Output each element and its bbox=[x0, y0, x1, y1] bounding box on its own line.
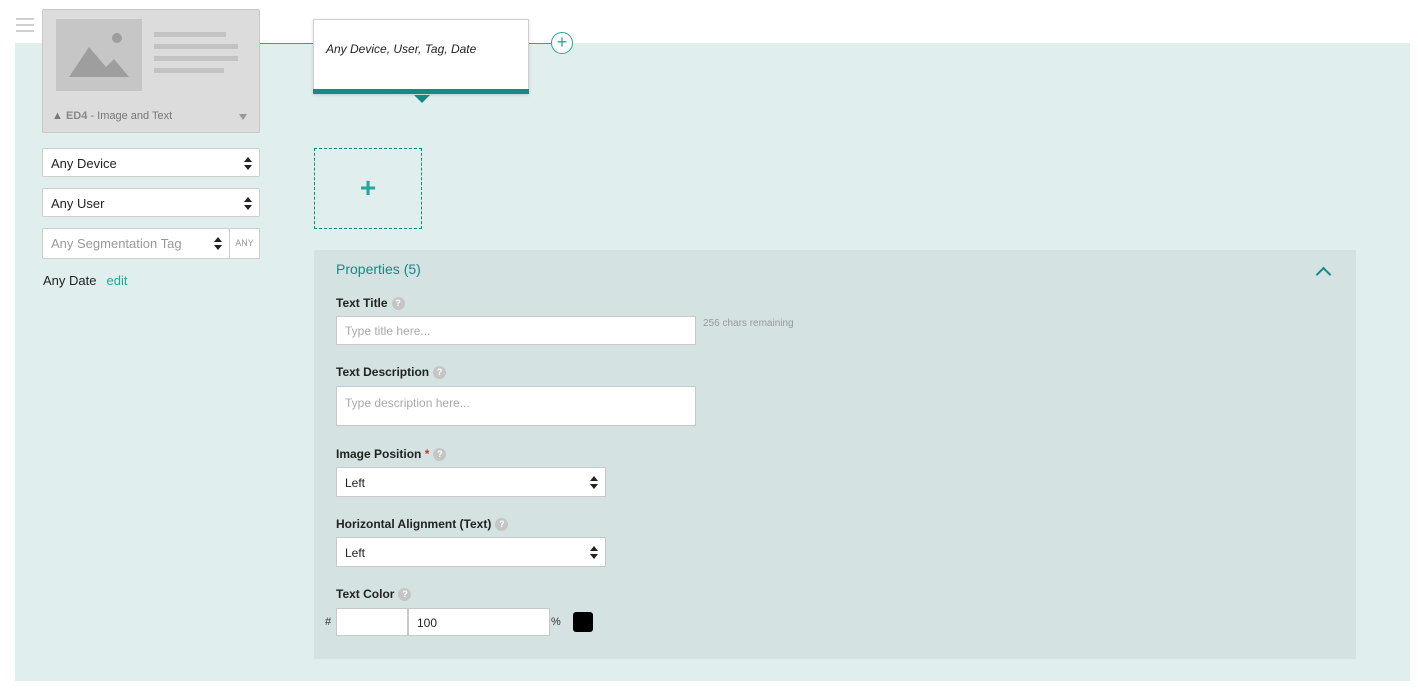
connector-line bbox=[529, 43, 551, 44]
help-icon[interactable]: ? bbox=[398, 588, 412, 602]
segmentation-tag-select[interactable]: Any Segmentation Tag bbox=[42, 228, 230, 259]
text-description-input[interactable]: Type description here... bbox=[336, 386, 696, 426]
help-icon[interactable]: ? bbox=[433, 366, 447, 380]
warning-icon: ▲ bbox=[52, 110, 63, 122]
connector-line bbox=[260, 43, 314, 44]
text-title-label: Text Title? bbox=[336, 296, 405, 311]
help-icon[interactable]: ? bbox=[433, 448, 447, 462]
segment-active-bar bbox=[313, 89, 529, 94]
select-arrows-icon bbox=[590, 546, 598, 559]
chevron-down-icon[interactable] bbox=[239, 114, 247, 120]
select-arrows-icon bbox=[244, 157, 252, 170]
widget-card[interactable]: ▲ ED4 - Image and Text bbox=[42, 9, 260, 133]
chevron-up-icon[interactable] bbox=[1317, 265, 1329, 277]
device-select[interactable]: Any Device bbox=[42, 148, 260, 177]
text-color-label: Text Color? bbox=[336, 587, 412, 602]
help-icon[interactable]: ? bbox=[391, 297, 405, 311]
image-placeholder-icon bbox=[56, 19, 142, 91]
properties-title[interactable]: Properties (5) bbox=[336, 261, 421, 277]
image-position-select[interactable]: Left bbox=[336, 467, 606, 497]
select-arrows-icon bbox=[590, 476, 598, 489]
color-swatch[interactable] bbox=[573, 612, 593, 632]
add-widget-button[interactable]: + bbox=[314, 148, 422, 229]
color-opacity-input[interactable]: 100 bbox=[408, 608, 550, 636]
date-row: Any Date edit bbox=[43, 273, 128, 288]
any-toggle-button[interactable]: ANY bbox=[229, 228, 260, 259]
hash-label: # bbox=[325, 616, 332, 628]
user-select[interactable]: Any User bbox=[42, 188, 260, 217]
color-hex-input[interactable] bbox=[336, 608, 408, 636]
segment-pointer bbox=[414, 95, 430, 103]
text-description-label: Text Description? bbox=[336, 365, 447, 380]
text-title-input[interactable]: Type title here... bbox=[336, 316, 696, 345]
chars-remaining: 256 chars remaining bbox=[703, 318, 794, 329]
segment-summary: Any Device, User, Tag, Date bbox=[326, 42, 477, 56]
properties-panel: Properties (5) Text Title? Type title he… bbox=[314, 250, 1356, 659]
edit-date-link[interactable]: edit bbox=[106, 273, 127, 288]
percent-label: % bbox=[551, 616, 561, 628]
widget-label: ▲ ED4 - Image and Text bbox=[52, 110, 173, 122]
segment-card[interactable]: Any Device, User, Tag, Date bbox=[313, 19, 529, 103]
select-arrows-icon bbox=[244, 197, 252, 210]
help-icon[interactable]: ? bbox=[495, 518, 509, 532]
image-position-label: Image Position *? bbox=[336, 447, 447, 462]
horizontal-alignment-select[interactable]: Left bbox=[336, 537, 606, 567]
menu-icon[interactable] bbox=[16, 18, 34, 34]
text-placeholder-icon bbox=[154, 32, 238, 80]
add-segment-button[interactable]: + bbox=[551, 32, 573, 54]
select-arrows-icon bbox=[214, 237, 222, 250]
horizontal-alignment-label: Horizontal Alignment (Text)? bbox=[336, 517, 509, 532]
